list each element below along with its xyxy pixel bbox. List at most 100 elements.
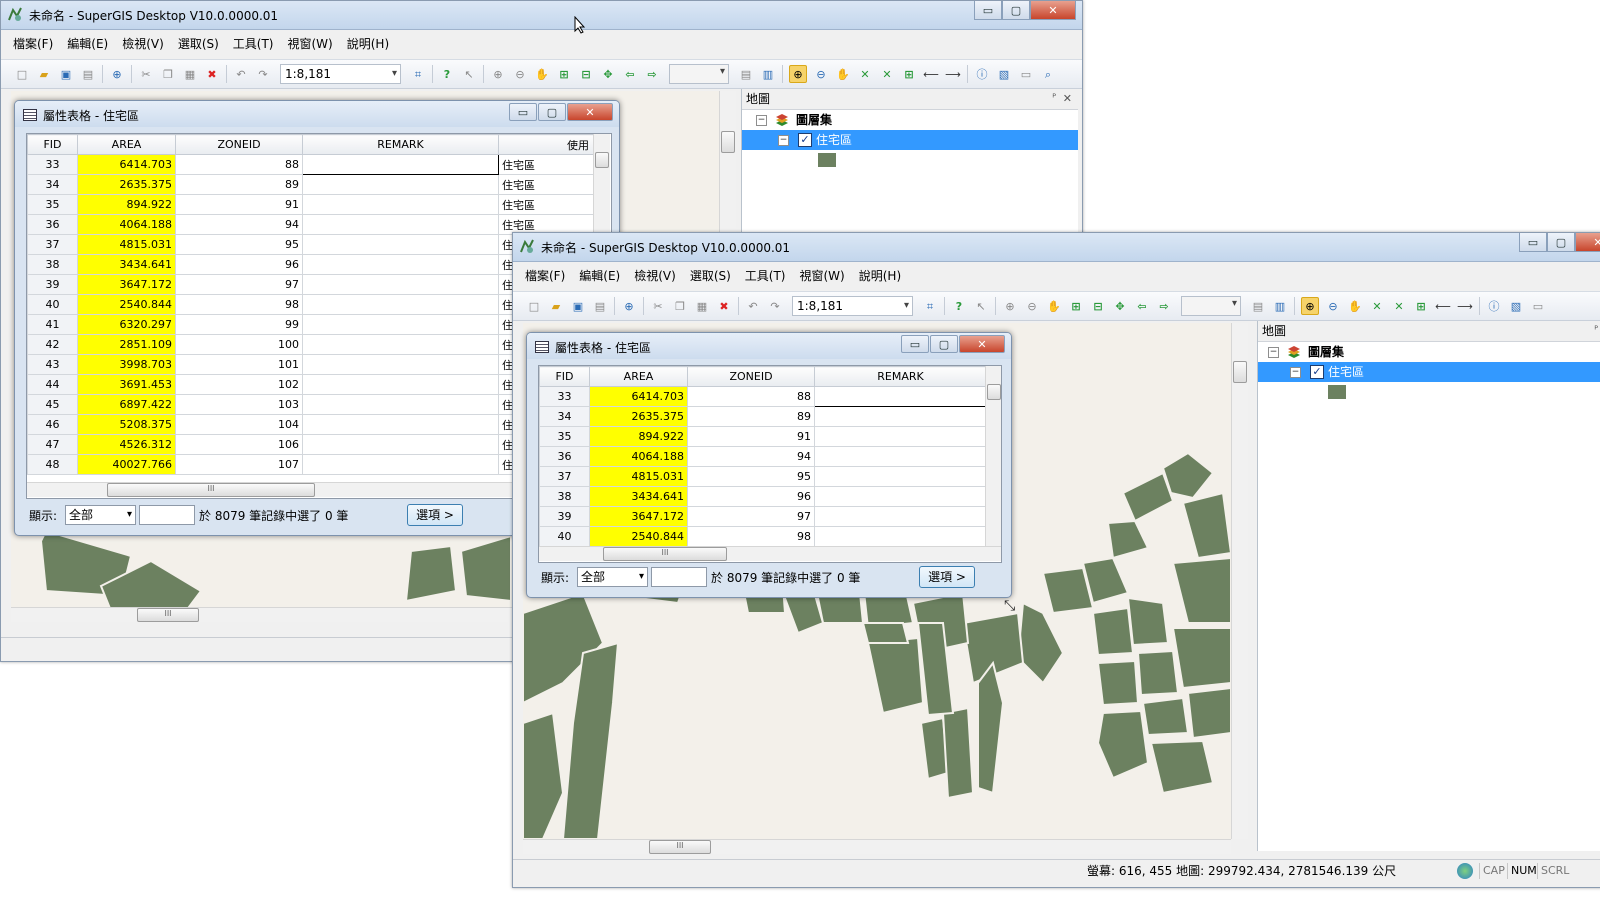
cell-zoneid[interactable]: 91 bbox=[687, 426, 815, 447]
cell-remark[interactable] bbox=[814, 486, 987, 507]
col-header-area[interactable]: AREA bbox=[589, 366, 688, 387]
cell-fid[interactable]: 35 bbox=[539, 426, 590, 447]
cell-zoneid[interactable]: 106 bbox=[175, 434, 303, 455]
cell-area[interactable]: 4064.188 bbox=[77, 214, 176, 235]
cell-zoneid[interactable]: 100 bbox=[175, 334, 303, 355]
fixed-zoom-out-icon[interactable]: ⊖ bbox=[1024, 298, 1040, 314]
save-icon[interactable]: ▣ bbox=[570, 298, 586, 314]
cell-remark[interactable] bbox=[302, 454, 499, 475]
table-row[interactable]: 38 3434.641 96 bbox=[539, 486, 987, 507]
record-number-input[interactable] bbox=[139, 505, 195, 525]
table-row[interactable]: 39 3647.172 97 bbox=[539, 506, 987, 527]
cell-area[interactable]: 3434.641 bbox=[589, 486, 688, 507]
dialog-maximize-button[interactable]: ▢ bbox=[538, 103, 566, 121]
col-header-fid[interactable]: FID bbox=[539, 366, 590, 387]
cell-remark[interactable] bbox=[302, 434, 499, 455]
pan-grey-icon[interactable]: ✋ bbox=[534, 66, 550, 82]
print-icon[interactable]: ▤ bbox=[80, 66, 96, 82]
table-row[interactable]: 33 6414.703 88 bbox=[539, 386, 987, 407]
pan-icon[interactable]: ✋ bbox=[1347, 298, 1363, 314]
pin-icon[interactable]: ᴾ bbox=[1052, 89, 1056, 109]
cell-fid[interactable]: 37 bbox=[539, 466, 590, 487]
cell-fid[interactable]: 43 bbox=[27, 354, 78, 375]
menu-tools[interactable]: 工具(T) bbox=[745, 267, 786, 284]
grid-hscroll[interactable]: III bbox=[539, 546, 1001, 561]
table-icon[interactable]: ▤ bbox=[738, 66, 754, 82]
cell-zoneid[interactable]: 89 bbox=[175, 174, 303, 195]
cell-fid[interactable]: 39 bbox=[539, 506, 590, 527]
select-features-icon[interactable]: ▧ bbox=[996, 66, 1012, 82]
table-row[interactable]: 39 3647.172 97 住 bbox=[27, 274, 594, 295]
zoom-layer-icon[interactable]: ⊞ bbox=[1068, 298, 1084, 314]
cell-area[interactable]: 6414.703 bbox=[589, 386, 688, 407]
whats-this-icon[interactable]: ↖ bbox=[461, 66, 477, 82]
paste-icon[interactable]: ▦ bbox=[694, 298, 710, 314]
col-header-use[interactable]: 使用 bbox=[498, 134, 594, 155]
zoom-extent-icon[interactable]: ⊞ bbox=[1413, 298, 1429, 314]
table-row[interactable]: 46 5208.375 104 住 bbox=[27, 414, 594, 435]
table-row[interactable]: 35 894.922 91 bbox=[539, 426, 987, 447]
new-document-icon[interactable]: □ bbox=[526, 298, 542, 314]
dialog-maximize-button[interactable]: ▢ bbox=[930, 335, 958, 353]
record-number-input[interactable] bbox=[651, 567, 707, 587]
table-row[interactable]: 35 894.922 91 住宅區 bbox=[27, 194, 594, 215]
menu-select[interactable]: 選取(S) bbox=[178, 35, 219, 52]
minimize-button[interactable]: ▭ bbox=[1519, 233, 1547, 252]
cell-area[interactable]: 2540.844 bbox=[77, 294, 176, 315]
zoom-out-icon[interactable]: ⊖ bbox=[1325, 298, 1341, 314]
cell-fid[interactable]: 36 bbox=[27, 214, 78, 235]
cell-area[interactable]: 894.922 bbox=[77, 194, 176, 215]
pan-icon[interactable]: ✋ bbox=[835, 66, 851, 82]
cell-remark[interactable] bbox=[302, 154, 499, 175]
cell-fid[interactable]: 46 bbox=[27, 414, 78, 435]
fixed-extent-icon[interactable]: ✕ bbox=[1391, 298, 1407, 314]
cell-area[interactable]: 4526.312 bbox=[77, 434, 176, 455]
table-row[interactable]: 40 2540.844 98 bbox=[539, 526, 987, 547]
pan-grey-icon[interactable]: ✋ bbox=[1046, 298, 1062, 314]
cell-area[interactable]: 6414.703 bbox=[77, 154, 176, 175]
back-extent-icon[interactable]: ⇦ bbox=[622, 66, 638, 82]
cell-area[interactable]: 3647.172 bbox=[77, 274, 176, 295]
close-button[interactable]: ✕ bbox=[1030, 1, 1076, 20]
cell-remark[interactable] bbox=[814, 526, 987, 547]
table-row[interactable]: 33 6414.703 88 住宅區 bbox=[27, 154, 594, 175]
cell-fid[interactable]: 44 bbox=[27, 374, 78, 395]
cell-remark[interactable] bbox=[814, 506, 987, 527]
cell-use[interactable]: 住宅區 bbox=[498, 194, 594, 215]
cell-zoneid[interactable]: 94 bbox=[687, 446, 815, 467]
add-data-icon[interactable]: ⊕ bbox=[621, 298, 637, 314]
next-arrow-icon[interactable]: ⟶ bbox=[1457, 298, 1473, 314]
table-row[interactable]: 45 6897.422 103 住 bbox=[27, 394, 594, 415]
copy-icon[interactable]: ❐ bbox=[160, 66, 176, 82]
cell-fid[interactable]: 48 bbox=[27, 454, 78, 475]
cell-area[interactable]: 6897.422 bbox=[77, 394, 176, 415]
cell-remark[interactable] bbox=[302, 194, 499, 215]
table-row[interactable]: 48 40027.766 107 住 bbox=[27, 454, 594, 475]
new-document-icon[interactable]: □ bbox=[14, 66, 30, 82]
cell-fid[interactable]: 36 bbox=[539, 446, 590, 467]
cell-fid[interactable]: 38 bbox=[27, 254, 78, 275]
show-filter-select[interactable]: 全部 bbox=[577, 567, 648, 587]
cell-area[interactable]: 3998.703 bbox=[77, 354, 176, 375]
cell-zoneid[interactable]: 98 bbox=[687, 526, 815, 547]
table-row[interactable]: 34 2635.375 89 住宅區 bbox=[27, 174, 594, 195]
cell-area[interactable]: 4815.031 bbox=[589, 466, 688, 487]
menu-tools[interactable]: 工具(T) bbox=[233, 35, 274, 52]
cell-zoneid[interactable]: 107 bbox=[175, 454, 303, 475]
cell-remark[interactable] bbox=[302, 294, 499, 315]
collapse-icon[interactable]: − bbox=[1290, 367, 1301, 378]
table-row[interactable]: 41 6320.297 99 住 bbox=[27, 314, 594, 335]
cell-remark[interactable] bbox=[814, 466, 987, 487]
options-button[interactable]: 選項 > bbox=[919, 566, 975, 588]
table-row[interactable]: 37 4815.031 95 住 bbox=[27, 234, 594, 255]
table-row[interactable]: 36 4064.188 94 bbox=[539, 446, 987, 467]
cell-remark[interactable] bbox=[302, 274, 499, 295]
zoom-layer-icon[interactable]: ⊞ bbox=[556, 66, 572, 82]
cell-area[interactable]: 3691.453 bbox=[77, 374, 176, 395]
cell-remark[interactable] bbox=[302, 254, 499, 275]
cell-zoneid[interactable]: 98 bbox=[175, 294, 303, 315]
fixed-zoom-in-icon[interactable]: ⊕ bbox=[1002, 298, 1018, 314]
cell-remark[interactable] bbox=[302, 334, 499, 355]
cell-area[interactable]: 4815.031 bbox=[77, 234, 176, 255]
cell-fid[interactable]: 33 bbox=[27, 154, 78, 175]
